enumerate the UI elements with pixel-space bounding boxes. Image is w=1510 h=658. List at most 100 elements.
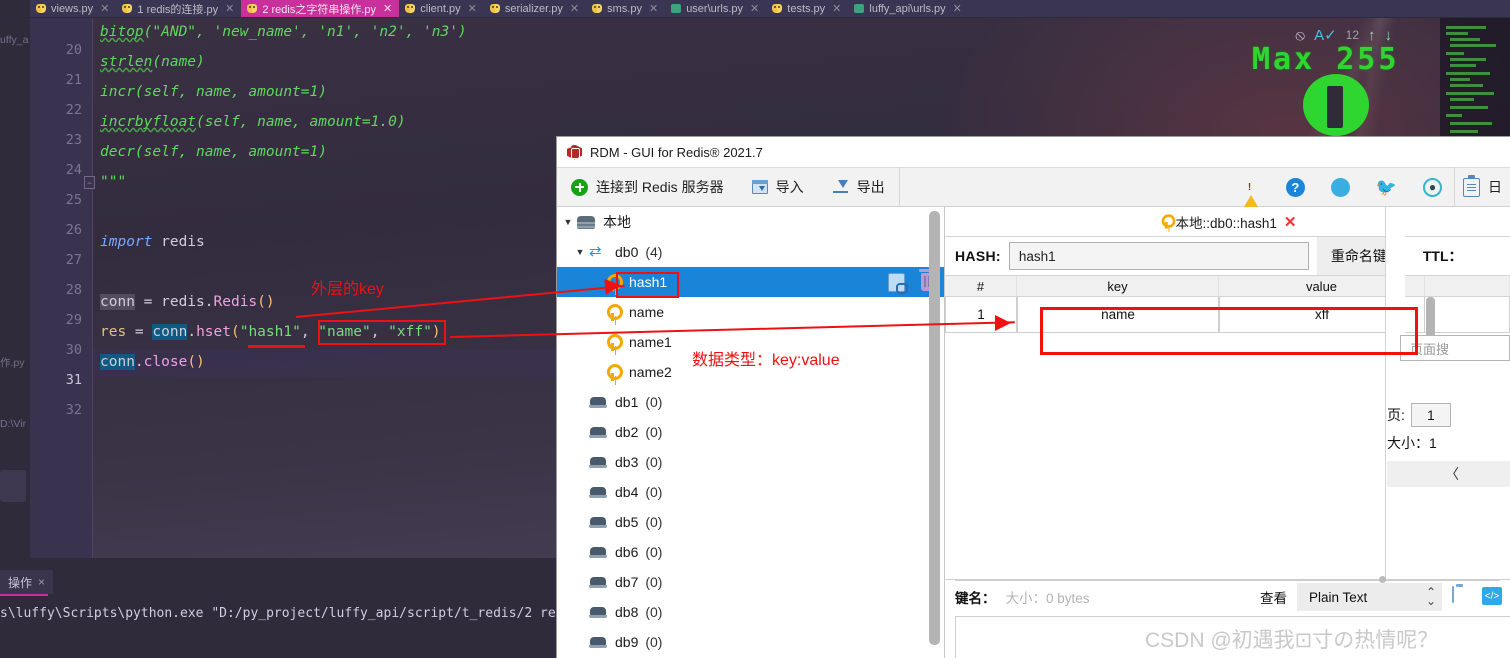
tree-node-hash1[interactable]: hash1	[557, 267, 944, 297]
line-number: 25	[65, 192, 82, 208]
close-icon[interactable]: ✕	[383, 2, 392, 15]
tree-node-name1[interactable]: name1	[557, 327, 944, 357]
key-tab-hash1[interactable]: 本地::db0::hash1 ✕	[1159, 212, 1297, 232]
column-header-index[interactable]: #	[945, 276, 1017, 296]
code-line-29[interactable]: conn = redis.Redis()	[100, 294, 275, 310]
help-icon[interactable]: ?	[1285, 177, 1305, 197]
editor-tab-serializer-py[interactable]: serializer.py ✕	[484, 0, 586, 17]
code-line-22[interactable]: incr(self, name, amount=1)	[100, 84, 327, 100]
chevron-down-icon[interactable]: ▼	[561, 217, 575, 227]
close-icon[interactable]: ✕	[953, 2, 962, 15]
editor-tab-luffy-api-urls-py[interactable]: luffy_api\urls.py ✕	[848, 0, 968, 17]
tree-node-db0[interactable]: ▼ ⇄ db0 (4)	[557, 237, 944, 267]
chevron-down-icon[interactable]: ▼	[573, 247, 587, 257]
editor-tab-sms-py[interactable]: sms.py ✕	[586, 0, 665, 17]
hash-table-body[interactable]: 1 name xff	[945, 297, 1510, 357]
rdm-toolbar[interactable]: 连接到 Redis 服务器 导入 导出 ? 🐦 ● 日	[557, 167, 1510, 212]
editor-tab-user-urls-py[interactable]: user\urls.py ✕	[665, 0, 766, 17]
key-detail-panel[interactable]: 本地::db0::hash1 ✕ HASH: hash1 重命名键 TTL： #…	[945, 207, 1510, 658]
close-icon[interactable]: ✕	[750, 2, 759, 15]
copy-icon[interactable]	[1452, 586, 1472, 607]
tree-node-db3[interactable]: db3 (0)	[557, 447, 944, 477]
telegram-icon[interactable]	[1330, 177, 1350, 197]
tree-node-db8[interactable]: db8 (0)	[557, 597, 944, 627]
editor-tab-tests-py[interactable]: tests.py ✕	[766, 0, 848, 17]
pager-nav-buttons[interactable]: 〈	[1387, 461, 1510, 487]
code-line-24[interactable]: decr(self, name, amount=1)	[100, 144, 327, 160]
close-icon[interactable]: ✕	[832, 2, 841, 15]
eye-off-icon[interactable]: ⦸	[1295, 27, 1305, 44]
close-icon[interactable]: ✕	[468, 2, 477, 15]
tree-node-db4[interactable]: db4 (0)	[557, 477, 944, 507]
github-icon[interactable]: ●	[1423, 177, 1442, 197]
close-icon[interactable]: ✕	[100, 2, 109, 15]
close-icon[interactable]: ✕	[1284, 213, 1297, 231]
tree-node-count: (0)	[645, 454, 663, 470]
pager[interactable]: 页: 1	[1387, 403, 1451, 427]
editor-tab-redis-string-ops[interactable]: 2 redis之字符串操作.py ✕	[241, 0, 400, 17]
tree-node-db9[interactable]: db9 (0)	[557, 627, 944, 657]
rdm-window[interactable]: RDM - GUI for Redis® 2021.7 连接到 Redis 服务…	[556, 136, 1510, 658]
twitter-icon[interactable]: 🐦	[1376, 178, 1397, 197]
view-mode-select[interactable]: Plain Text ⌃ ⌄	[1297, 583, 1442, 611]
toolbar-icon-group[interactable]: ? 🐦 ●	[1240, 177, 1454, 212]
editor-tab-client-py[interactable]: client.py ✕	[399, 0, 484, 17]
editor-tab-bar[interactable]: views.py ✕ 1 redis的连接.py ✕ 2 redis之字符串操作…	[0, 0, 1510, 18]
column-header-spacer	[1425, 276, 1510, 296]
code-line-30[interactable]: res = conn.hset("hash1", "name", "xff")	[100, 324, 441, 340]
export-button[interactable]: 导出	[818, 167, 899, 207]
tree-node-db7[interactable]: db7 (0)	[557, 567, 944, 597]
code-line-21[interactable]: strlen(name)	[100, 54, 205, 70]
clipboard-button[interactable]: 日	[1455, 167, 1510, 207]
code-line-31[interactable]: conn.close()	[100, 354, 205, 370]
tree-node-db2[interactable]: db2 (0)	[557, 417, 944, 447]
next-problem-icon[interactable]: ↓	[1385, 27, 1393, 44]
tree-node-name[interactable]: name	[557, 297, 944, 327]
page-search-input[interactable]: 页面搜	[1400, 335, 1510, 361]
python-file-icon	[405, 3, 416, 14]
editor-tab-redis-connect[interactable]: 1 redis的连接.py ✕	[116, 0, 241, 17]
tree-node-db6[interactable]: db6 (0)	[557, 537, 944, 567]
code-line-27[interactable]: import redis	[100, 234, 205, 250]
console-tab-label: 操作	[8, 575, 33, 590]
tree-scrollbar-thumb[interactable]	[929, 211, 940, 645]
tree-node-db5[interactable]: db5 (0)	[557, 507, 944, 537]
line-number-gutter[interactable]: 20 21 22 23 24 25 26 27 28 29 30 31 32	[30, 18, 92, 558]
prev-page-button[interactable]: 〈	[1445, 464, 1459, 484]
copy-key-icon[interactable]	[888, 272, 908, 294]
tree-node-db1[interactable]: db1 (0)	[557, 387, 944, 417]
close-icon[interactable]: ✕	[570, 2, 579, 15]
key-tab-bar[interactable]: 本地::db0::hash1 ✕	[945, 207, 1510, 237]
page-number-input[interactable]: 1	[1410, 403, 1451, 427]
tree-node-local-server[interactable]: ▼ 本地	[557, 207, 944, 237]
code-line-25[interactable]: """	[100, 174, 126, 190]
strip-label-file: 作.py	[0, 357, 25, 369]
code-fold-marker[interactable]: −	[84, 176, 95, 189]
close-icon[interactable]: ×	[38, 575, 45, 589]
key-name-input[interactable]: hash1	[1008, 242, 1309, 270]
cell-key[interactable]: name	[1017, 297, 1219, 333]
value-editor-toolbar[interactable]: 键名： 大小：0 bytes 查看 Plain Text ⌃ ⌄ </>	[945, 580, 1510, 614]
tree-scrollbar[interactable]	[929, 209, 940, 653]
code-line-20[interactable]: bitop("AND", 'new_name', 'n1', 'n2', 'n3…	[100, 24, 467, 40]
tree-node-label: 本地	[603, 214, 631, 230]
keyname-label: 键名：	[955, 591, 996, 606]
connect-to-redis-server-button[interactable]: 连接到 Redis 服务器	[557, 167, 738, 207]
import-button[interactable]: 导入	[738, 167, 818, 207]
panel-resize-handle[interactable]	[1379, 576, 1386, 583]
warning-icon[interactable]	[1240, 177, 1261, 212]
code-line-23[interactable]: incrbyfloat(self, name, amount=1.0)	[100, 114, 406, 130]
tree-node-name2[interactable]: name2	[557, 357, 944, 387]
line-number: 26	[65, 222, 82, 238]
key-header-row[interactable]: HASH: hash1 重命名键 TTL：	[945, 237, 1510, 275]
console-tab[interactable]: 操作 ×	[0, 570, 54, 594]
line-number: 28	[65, 282, 82, 298]
column-header-key[interactable]: key	[1017, 276, 1219, 296]
redis-key-tree[interactable]: ▼ 本地 ▼ ⇄ db0 (4) hash1 name name1 name2 …	[557, 207, 945, 658]
prev-problem-icon[interactable]: ↑	[1368, 27, 1376, 44]
editor-tab-views-py[interactable]: views.py ✕	[30, 0, 116, 17]
chevron-updown-icon[interactable]: ⌃ ⌄	[1426, 586, 1436, 607]
code-view-icon[interactable]: </>	[1482, 587, 1502, 607]
close-icon[interactable]: ✕	[649, 2, 658, 15]
close-icon[interactable]: ✕	[225, 2, 234, 15]
